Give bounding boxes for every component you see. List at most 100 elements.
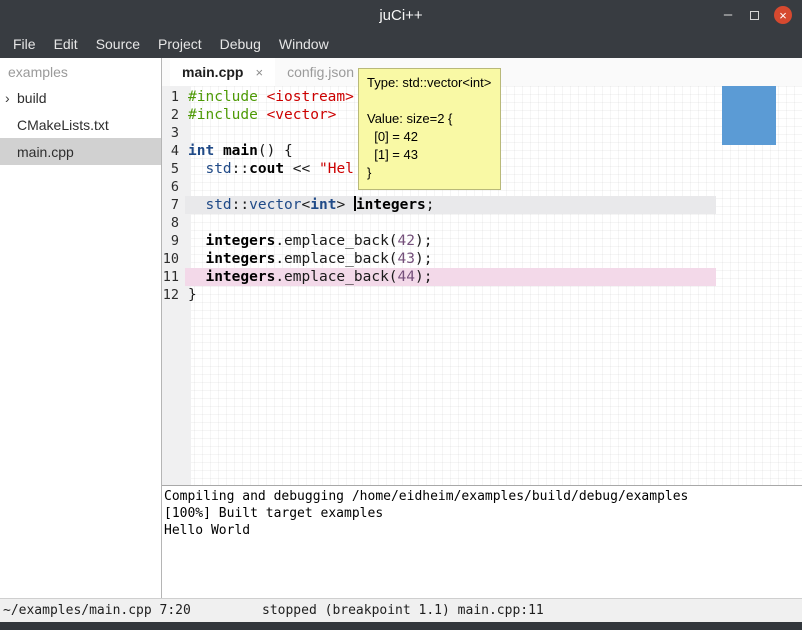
code-token: integers [205, 251, 275, 267]
line-number: 3 [162, 124, 185, 142]
tab-label: main.cpp [182, 64, 243, 80]
code-token: std [205, 197, 231, 213]
tab-label: config.json [287, 64, 354, 80]
tab-main.cpp[interactable]: main.cpp × [170, 58, 275, 86]
code-token: integers [356, 197, 426, 213]
titlebar: juCi++ – × [0, 0, 802, 30]
code-line-text: std::vector<int> integers; [185, 196, 716, 214]
window-title: juCi++ [379, 7, 422, 24]
tooltip-body: Value: size=2 { [0] = 42 [1] = 43} [367, 92, 491, 182]
tab-close-icon[interactable]: × [255, 65, 263, 80]
code-token: #include [188, 89, 258, 105]
code-token: vector [249, 197, 301, 213]
status-debug-state: stopped (breakpoint 1.1) main.cpp:11 [262, 603, 544, 618]
code-token [188, 197, 205, 213]
code-token [188, 251, 205, 267]
code-token: << [284, 161, 319, 177]
minimize-icon[interactable]: – [721, 0, 735, 30]
tree-item-label: main.cpp [16, 144, 74, 160]
app-window: juCi++ – × FileEditSourceProjectDebugWin… [0, 0, 802, 630]
code-token: cout [249, 161, 284, 177]
code-token: <iostream> [267, 89, 354, 105]
output-terminal[interactable]: Compiling and debugging /home/eidheim/ex… [162, 485, 802, 598]
code-token: main [223, 143, 258, 159]
tree-item-label: build [16, 90, 47, 106]
code-token: 44 [398, 269, 415, 285]
menubar: FileEditSourceProjectDebugWindow [0, 30, 802, 58]
line-number: 8 [162, 214, 185, 232]
code-token: integers [205, 233, 275, 249]
tooltip-value-line: [0] = 42 [367, 128, 491, 146]
terminal-line: Compiling and debugging /home/eidheim/ex… [164, 488, 802, 505]
line-number: 4 [162, 142, 185, 160]
code-token [258, 89, 267, 105]
window-controls: – × [721, 0, 792, 30]
code-token: } [188, 287, 197, 303]
tooltip-value-line [367, 92, 491, 110]
tooltip-value-line: [1] = 43 [367, 146, 491, 164]
code-token: .emplace_back( [275, 233, 397, 249]
menu-project[interactable]: Project [149, 30, 211, 58]
code-line-12[interactable]: 12} [162, 286, 802, 304]
code-token: std [205, 161, 231, 177]
code-line-10[interactable]: 10 integers.emplace_back(43); [162, 250, 802, 268]
tooltip-value-line: } [367, 164, 491, 182]
line-number: 1 [162, 88, 185, 106]
code-line-9[interactable]: 9 integers.emplace_back(42); [162, 232, 802, 250]
code-token: :: [232, 197, 249, 213]
tree-item-build[interactable]: ›build [0, 84, 161, 111]
code-token: integers [205, 269, 275, 285]
code-token [188, 233, 205, 249]
code-token: > [336, 197, 345, 213]
line-number: 6 [162, 178, 185, 196]
code-token: :: [232, 161, 249, 177]
code-token: .emplace_back( [275, 251, 397, 267]
close-icon[interactable]: × [774, 6, 792, 24]
menu-edit[interactable]: Edit [45, 30, 87, 58]
menu-debug[interactable]: Debug [211, 30, 270, 58]
terminal-line: Hello World [164, 522, 802, 539]
code-line-11[interactable]: 11 integers.emplace_back(44); [162, 268, 802, 286]
minimap-viewport[interactable] [722, 86, 776, 145]
menu-source[interactable]: Source [87, 30, 149, 58]
code-token: <vector> [267, 107, 337, 123]
code-token: 42 [398, 233, 415, 249]
file-tree: ›build CMakeLists.txt main.cpp [0, 84, 161, 165]
code-line-8[interactable]: 8 [162, 214, 802, 232]
status-cursor-position: ~/examples/main.cpp 7:20 [0, 603, 191, 618]
terminal-line: [100%] Built target examples [164, 505, 802, 522]
expand-arrow-icon[interactable]: › [0, 90, 16, 106]
code-token: ); [415, 269, 432, 285]
tree-item-cmakelists.txt[interactable]: CMakeLists.txt [0, 111, 161, 138]
line-number: 11 [162, 268, 185, 286]
maximize-icon[interactable] [750, 11, 759, 20]
code-token: .emplace_back( [275, 269, 397, 285]
line-number: 5 [162, 160, 185, 178]
code-token [345, 197, 354, 213]
code-token [188, 161, 205, 177]
code-token: int [188, 143, 214, 159]
menu-window[interactable]: Window [270, 30, 338, 58]
statusbar: ~/examples/main.cpp 7:20 stopped (breakp… [0, 598, 802, 622]
code-token: () { [258, 143, 293, 159]
code-token: ); [415, 233, 432, 249]
debug-value-tooltip: Type: std::vector<int> Value: size=2 { [… [358, 68, 501, 190]
line-number: 7 [162, 196, 185, 214]
code-token [188, 269, 205, 285]
code-token: 43 [398, 251, 415, 267]
tree-item-label: CMakeLists.txt [16, 117, 109, 133]
line-number: 12 [162, 286, 185, 304]
line-number: 9 [162, 232, 185, 250]
tree-item-main.cpp[interactable]: main.cpp [0, 138, 161, 165]
code-line-text: integers.emplace_back(44); [185, 268, 716, 286]
code-token [258, 107, 267, 123]
project-folder-label: examples [0, 58, 161, 84]
code-token: < [302, 197, 311, 213]
code-token: ); [415, 251, 432, 267]
code-token: "Hel [319, 161, 354, 177]
code-token: ; [426, 197, 435, 213]
menu-file[interactable]: File [4, 30, 45, 58]
code-line-7[interactable]: 7 std::vector<int> integers; [162, 196, 802, 214]
line-number: 10 [162, 250, 185, 268]
line-number: 2 [162, 106, 185, 124]
